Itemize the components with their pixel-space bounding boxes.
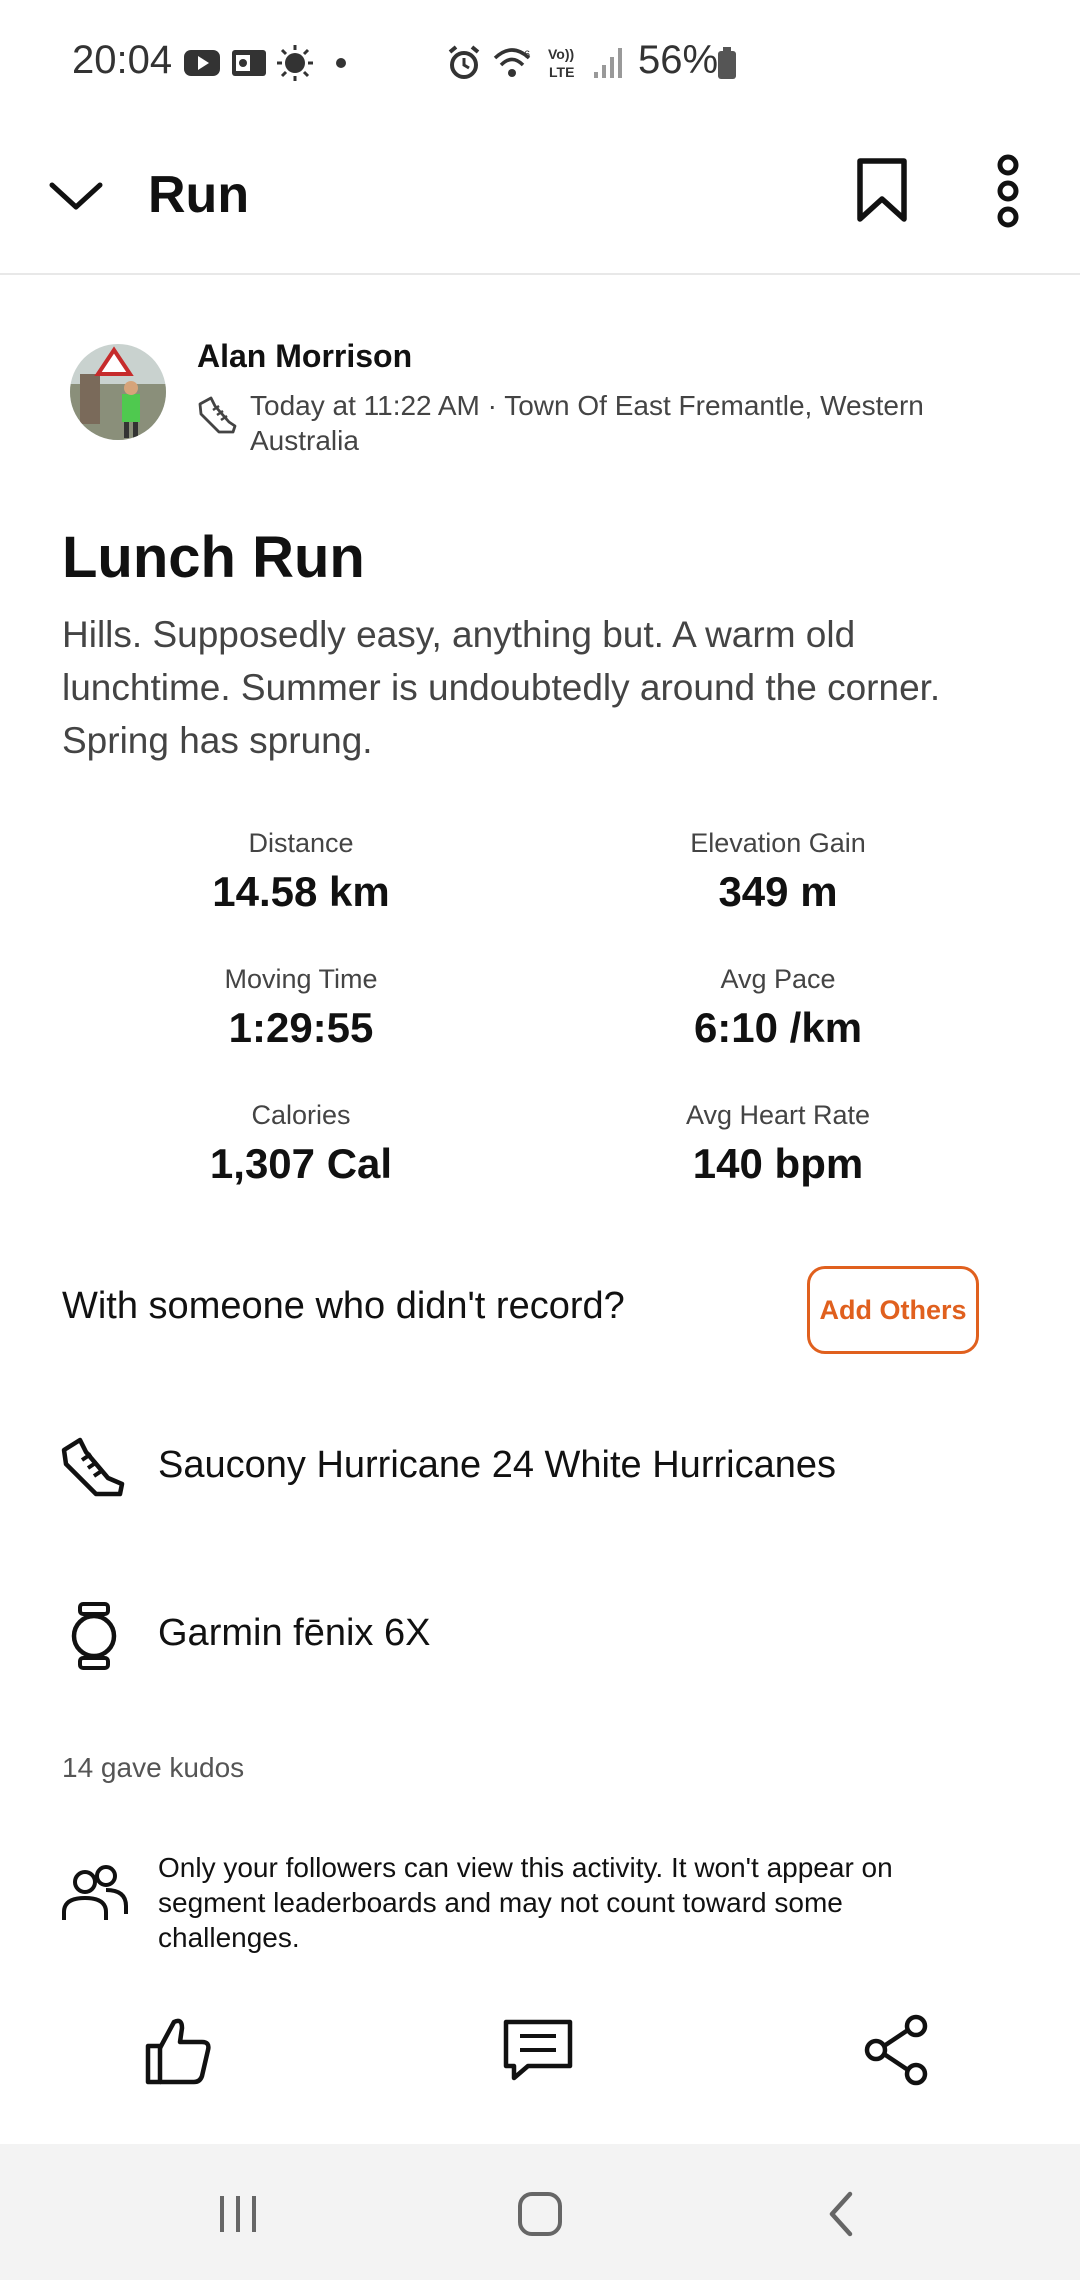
gear-device-row[interactable]: Garmin fēnix 6X: [0, 1580, 1080, 1690]
gear-shoe-row[interactable]: Saucony Hurricane 24 White Hurricanes: [0, 1412, 1080, 1522]
add-others-button[interactable]: Add Others: [807, 1266, 979, 1354]
avatar-photo: [70, 344, 166, 440]
followers-icon: [62, 1865, 128, 1920]
activity-meta: Today at 11:22 AM · Town Of East Fremant…: [250, 390, 924, 456]
weather-icon: [277, 45, 313, 81]
kudos-icon[interactable]: [138, 2010, 218, 2090]
stat-label: Distance: [248, 828, 354, 858]
stat-avg-heart-rate: Avg Heart Rate 140 bpm: [598, 1100, 958, 1188]
wifi-icon: 6: [493, 48, 531, 77]
svg-text:LTE: LTE: [549, 64, 574, 80]
more-vertical-icon[interactable]: [986, 153, 1030, 229]
page-title: Run: [148, 166, 250, 224]
watch-icon: [71, 1602, 117, 1670]
shoe-small-icon: [198, 396, 237, 434]
stat-calories: Calories 1,307 Cal: [121, 1100, 481, 1188]
stat-label: Moving Time: [224, 964, 378, 994]
stat-label: Avg Pace: [720, 964, 836, 994]
stat-label: Calories: [251, 1100, 351, 1130]
home-icon[interactable]: [510, 2184, 570, 2244]
athlete-name[interactable]: Alan Morrison: [197, 338, 412, 375]
kudos-count[interactable]: 14 gave kudos: [62, 1752, 244, 1784]
youtube-icon: [184, 50, 220, 76]
outlook-icon: [232, 50, 266, 76]
shoe-name: Saucony Hurricane 24 White Hurricanes: [158, 1444, 836, 1486]
stat-label: Avg Heart Rate: [685, 1100, 871, 1130]
svg-text:Vo)): Vo)): [548, 46, 574, 62]
shoe-icon: [61, 1437, 125, 1497]
stat-distance: Distance 14.58 km: [121, 828, 481, 916]
bookmark-icon[interactable]: [848, 155, 916, 227]
status-bar: 20:04 6 Vo)) LTE 56%: [0, 0, 1080, 125]
stat-moving-time: Moving Time 1:29:55: [121, 964, 481, 1052]
back-icon[interactable]: [812, 2184, 872, 2244]
stat-value: 1:29:55: [228, 1004, 374, 1051]
battery-percent: 56%: [638, 38, 719, 82]
alarm-icon: [448, 45, 480, 79]
share-icon[interactable]: [858, 2010, 938, 2090]
activity-description: Hills. Supposedly easy, anything but. A …: [62, 614, 941, 761]
battery-icon: [718, 47, 736, 79]
status-time: 20:04: [72, 38, 173, 82]
device-name: Garmin fēnix 6X: [158, 1612, 431, 1654]
volte-icon: Vo)) LTE: [548, 46, 574, 80]
activity-title: Lunch Run: [62, 525, 365, 590]
stat-elevation-gain: Elevation Gain 349 m: [598, 828, 958, 916]
recent-apps-icon[interactable]: [208, 2184, 268, 2244]
comment-icon[interactable]: [498, 2010, 578, 2090]
avatar[interactable]: [70, 344, 166, 440]
dot-icon: [336, 58, 346, 68]
stat-label: Elevation Gain: [690, 828, 866, 858]
stat-avg-pace: Avg Pace 6:10 /km: [598, 964, 958, 1052]
stat-value: 349 m: [718, 868, 838, 915]
stat-value: 1,307 Cal: [209, 1140, 393, 1187]
system-nav-bar: [0, 2144, 1080, 2280]
chevron-down-icon[interactable]: [44, 163, 108, 227]
stat-value: 6:10 /km: [693, 1004, 863, 1051]
stat-value: 140 bpm: [692, 1140, 864, 1187]
privacy-notice: Only your followers can view this activi…: [158, 1852, 893, 1953]
svg-text:6: 6: [524, 49, 530, 61]
with-someone-text: With someone who didn't record?: [62, 1285, 625, 1327]
stat-value: 14.58 km: [212, 868, 390, 915]
signal-icon: [594, 48, 622, 78]
top-app-bar: Run: [0, 125, 1080, 275]
